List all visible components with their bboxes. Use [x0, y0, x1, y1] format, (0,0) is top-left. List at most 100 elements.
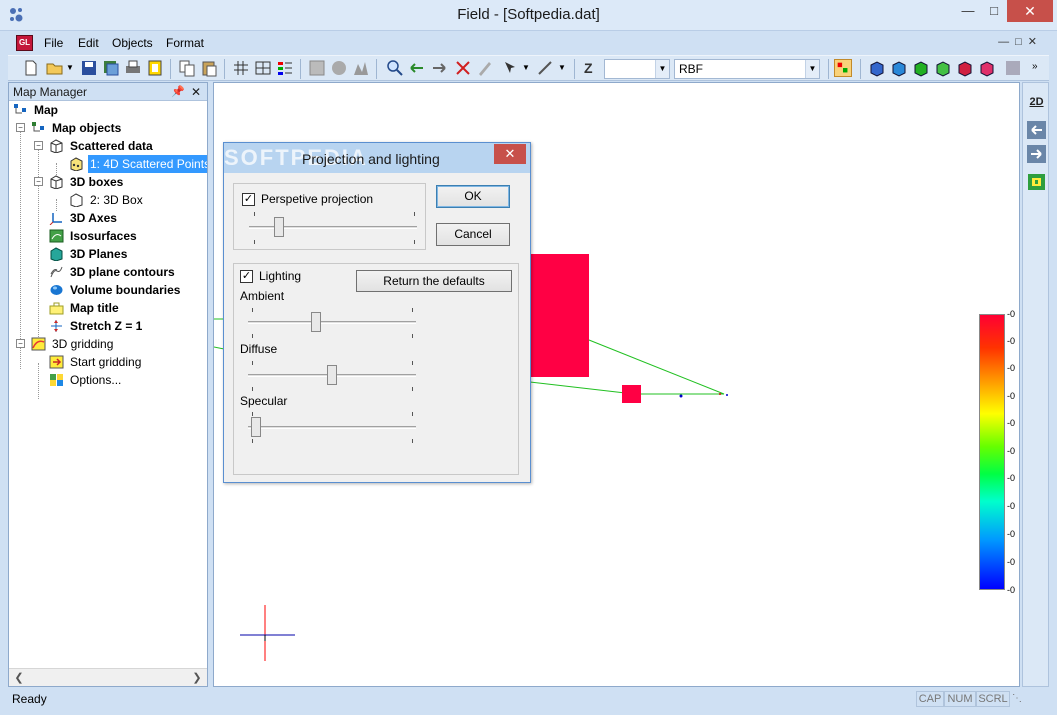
- ambient-slider-track[interactable]: [248, 321, 416, 324]
- arrow-left-icon[interactable]: [408, 59, 426, 77]
- scroll-right-icon[interactable]: ❯: [189, 670, 205, 686]
- collapse-3d-gridding-icon[interactable]: −: [16, 339, 25, 348]
- perspective-group: ✓ Perspetive projection: [233, 183, 426, 250]
- cube-view-1-icon[interactable]: [868, 59, 886, 77]
- zoom-icon[interactable]: [386, 59, 404, 77]
- cube-view-2-icon[interactable]: [890, 59, 908, 77]
- grid-icon[interactable]: [232, 59, 250, 77]
- scroll-left-icon[interactable]: ❮: [11, 670, 27, 686]
- map-title-icon: [49, 302, 64, 315]
- num-lock-indicator: NUM: [944, 691, 976, 707]
- collapse-map-objects-icon[interactable]: −: [16, 123, 25, 132]
- open-dropdown-icon[interactable]: ▼: [66, 63, 74, 72]
- ambient-slider-thumb[interactable]: [311, 312, 322, 332]
- window-title: Field - [Softpedia.dat]: [457, 6, 600, 23]
- diffuse-slider-thumb[interactable]: [327, 365, 337, 385]
- open-folder-icon[interactable]: [46, 59, 64, 77]
- collapse-scattered-data-icon[interactable]: −: [34, 141, 43, 150]
- specular-slider-thumb[interactable]: [251, 417, 262, 437]
- paste-icon[interactable]: [200, 59, 218, 77]
- z-axis-label: Z: [584, 60, 593, 76]
- print-icon[interactable]: [124, 59, 142, 77]
- box-cube-icon: [50, 175, 63, 189]
- specular-label: Specular: [240, 394, 288, 408]
- ambient-label: Ambient: [240, 289, 285, 303]
- cancel-button[interactable]: Cancel: [436, 223, 510, 246]
- box-outline-icon: [70, 193, 83, 207]
- perspective-checkbox[interactable]: ✓: [242, 193, 255, 206]
- draw-line-icon[interactable]: [536, 59, 554, 77]
- chevron-down-icon: ▼: [655, 60, 669, 78]
- scroll-lock-indicator: SCRL: [976, 691, 1010, 707]
- gridding-icon: [31, 337, 46, 351]
- menu-bar: GL File Edit Objects Format —□✕: [8, 32, 1049, 54]
- return-defaults-button[interactable]: Return the defaults: [356, 270, 512, 292]
- diffuse-label: Diffuse: [240, 342, 278, 356]
- map-manager-title: Map Manager: [13, 85, 88, 99]
- gridding-method-combo[interactable]: RBF ▼: [674, 59, 820, 79]
- lighting-label: Lighting: [259, 269, 302, 283]
- scale-tick-label: -0: [1007, 336, 1016, 346]
- cube-view-6-icon[interactable]: [978, 59, 996, 77]
- select-arrow-icon[interactable]: [502, 59, 520, 77]
- isosurface-icon: [49, 229, 64, 243]
- mdi-window-controls[interactable]: —□✕: [998, 35, 1043, 48]
- legend-icon[interactable]: [276, 59, 294, 77]
- menu-file[interactable]: File: [44, 36, 63, 50]
- map-tree: Map − Map objects − Scattered data 1: 4D…: [9, 101, 207, 668]
- gridding-method-value: RBF: [679, 62, 703, 76]
- document-icon[interactable]: GL: [16, 35, 33, 51]
- select-dropdown-icon[interactable]: ▼: [522, 63, 530, 72]
- ok-button[interactable]: OK: [436, 185, 510, 208]
- map-tree-icon: [14, 104, 26, 114]
- map-objects-icon: [32, 122, 44, 132]
- move-right-icon[interactable]: [1027, 145, 1046, 163]
- cube-view-5-icon[interactable]: [956, 59, 974, 77]
- minimize-button[interactable]: —: [954, 0, 982, 22]
- draw-dropdown-icon[interactable]: ▼: [558, 63, 566, 72]
- disabled-tool-icon[interactable]: [1004, 59, 1022, 77]
- arrow-right-icon[interactable]: [430, 59, 448, 77]
- points-cube-icon: [70, 157, 83, 171]
- toolbar-overflow-icon[interactable]: »: [1032, 61, 1038, 72]
- dialog-close-button[interactable]: ✕: [494, 144, 526, 164]
- close-button[interactable]: ✕: [1007, 0, 1053, 22]
- toolbar: ▼ ▼ ▼ Z ▼ RBF ▼ »: [8, 55, 1049, 81]
- save-icon[interactable]: [80, 59, 98, 77]
- 3d-view-icon[interactable]: [330, 59, 348, 77]
- z-variable-combo[interactable]: ▼: [604, 59, 670, 79]
- menu-format[interactable]: Format: [166, 36, 204, 50]
- axes-icon: [49, 213, 62, 225]
- fit-view-icon[interactable]: [1027, 173, 1046, 191]
- color-map-icon[interactable]: [834, 59, 852, 77]
- save-all-icon[interactable]: [102, 59, 120, 77]
- specular-slider-track[interactable]: [248, 426, 416, 429]
- copy-icon[interactable]: [178, 59, 196, 77]
- resize-grip-icon[interactable]: ⋱: [1012, 693, 1022, 704]
- pin-icon[interactable]: 📌: [171, 83, 185, 101]
- planes-icon: [50, 247, 63, 261]
- perspective-slider-thumb[interactable]: [274, 217, 285, 237]
- tree-horizontal-scrollbar[interactable]: ❮ ❯: [9, 668, 207, 686]
- print-preview-icon[interactable]: [146, 59, 164, 77]
- grid-layout-icon[interactable]: [254, 59, 272, 77]
- 2d-mode-button[interactable]: 2D: [1027, 93, 1046, 111]
- lighting-group: ✓ Lighting Return the defaults Ambient D…: [233, 263, 519, 475]
- delete-point-icon[interactable]: [454, 59, 472, 77]
- collapse-3d-boxes-icon[interactable]: −: [34, 177, 43, 186]
- lighting-checkbox[interactable]: ✓: [240, 270, 253, 283]
- dialog-title: Projection and lighting: [302, 151, 440, 167]
- frame-icon[interactable]: [308, 59, 326, 77]
- cube-view-3-icon[interactable]: [912, 59, 930, 77]
- surface-icon[interactable]: [352, 59, 370, 77]
- menu-objects[interactable]: Objects: [112, 36, 153, 50]
- pen-tool-icon[interactable]: [476, 59, 494, 77]
- menu-edit[interactable]: Edit: [78, 36, 99, 50]
- cube-view-4-icon[interactable]: [934, 59, 952, 77]
- move-left-icon[interactable]: [1027, 121, 1046, 139]
- maximize-button[interactable]: □: [980, 0, 1008, 22]
- volume-boundaries-icon: [50, 285, 63, 295]
- new-file-icon[interactable]: [22, 59, 40, 77]
- close-panel-icon[interactable]: ✕: [191, 83, 201, 101]
- status-text: Ready: [12, 692, 47, 706]
